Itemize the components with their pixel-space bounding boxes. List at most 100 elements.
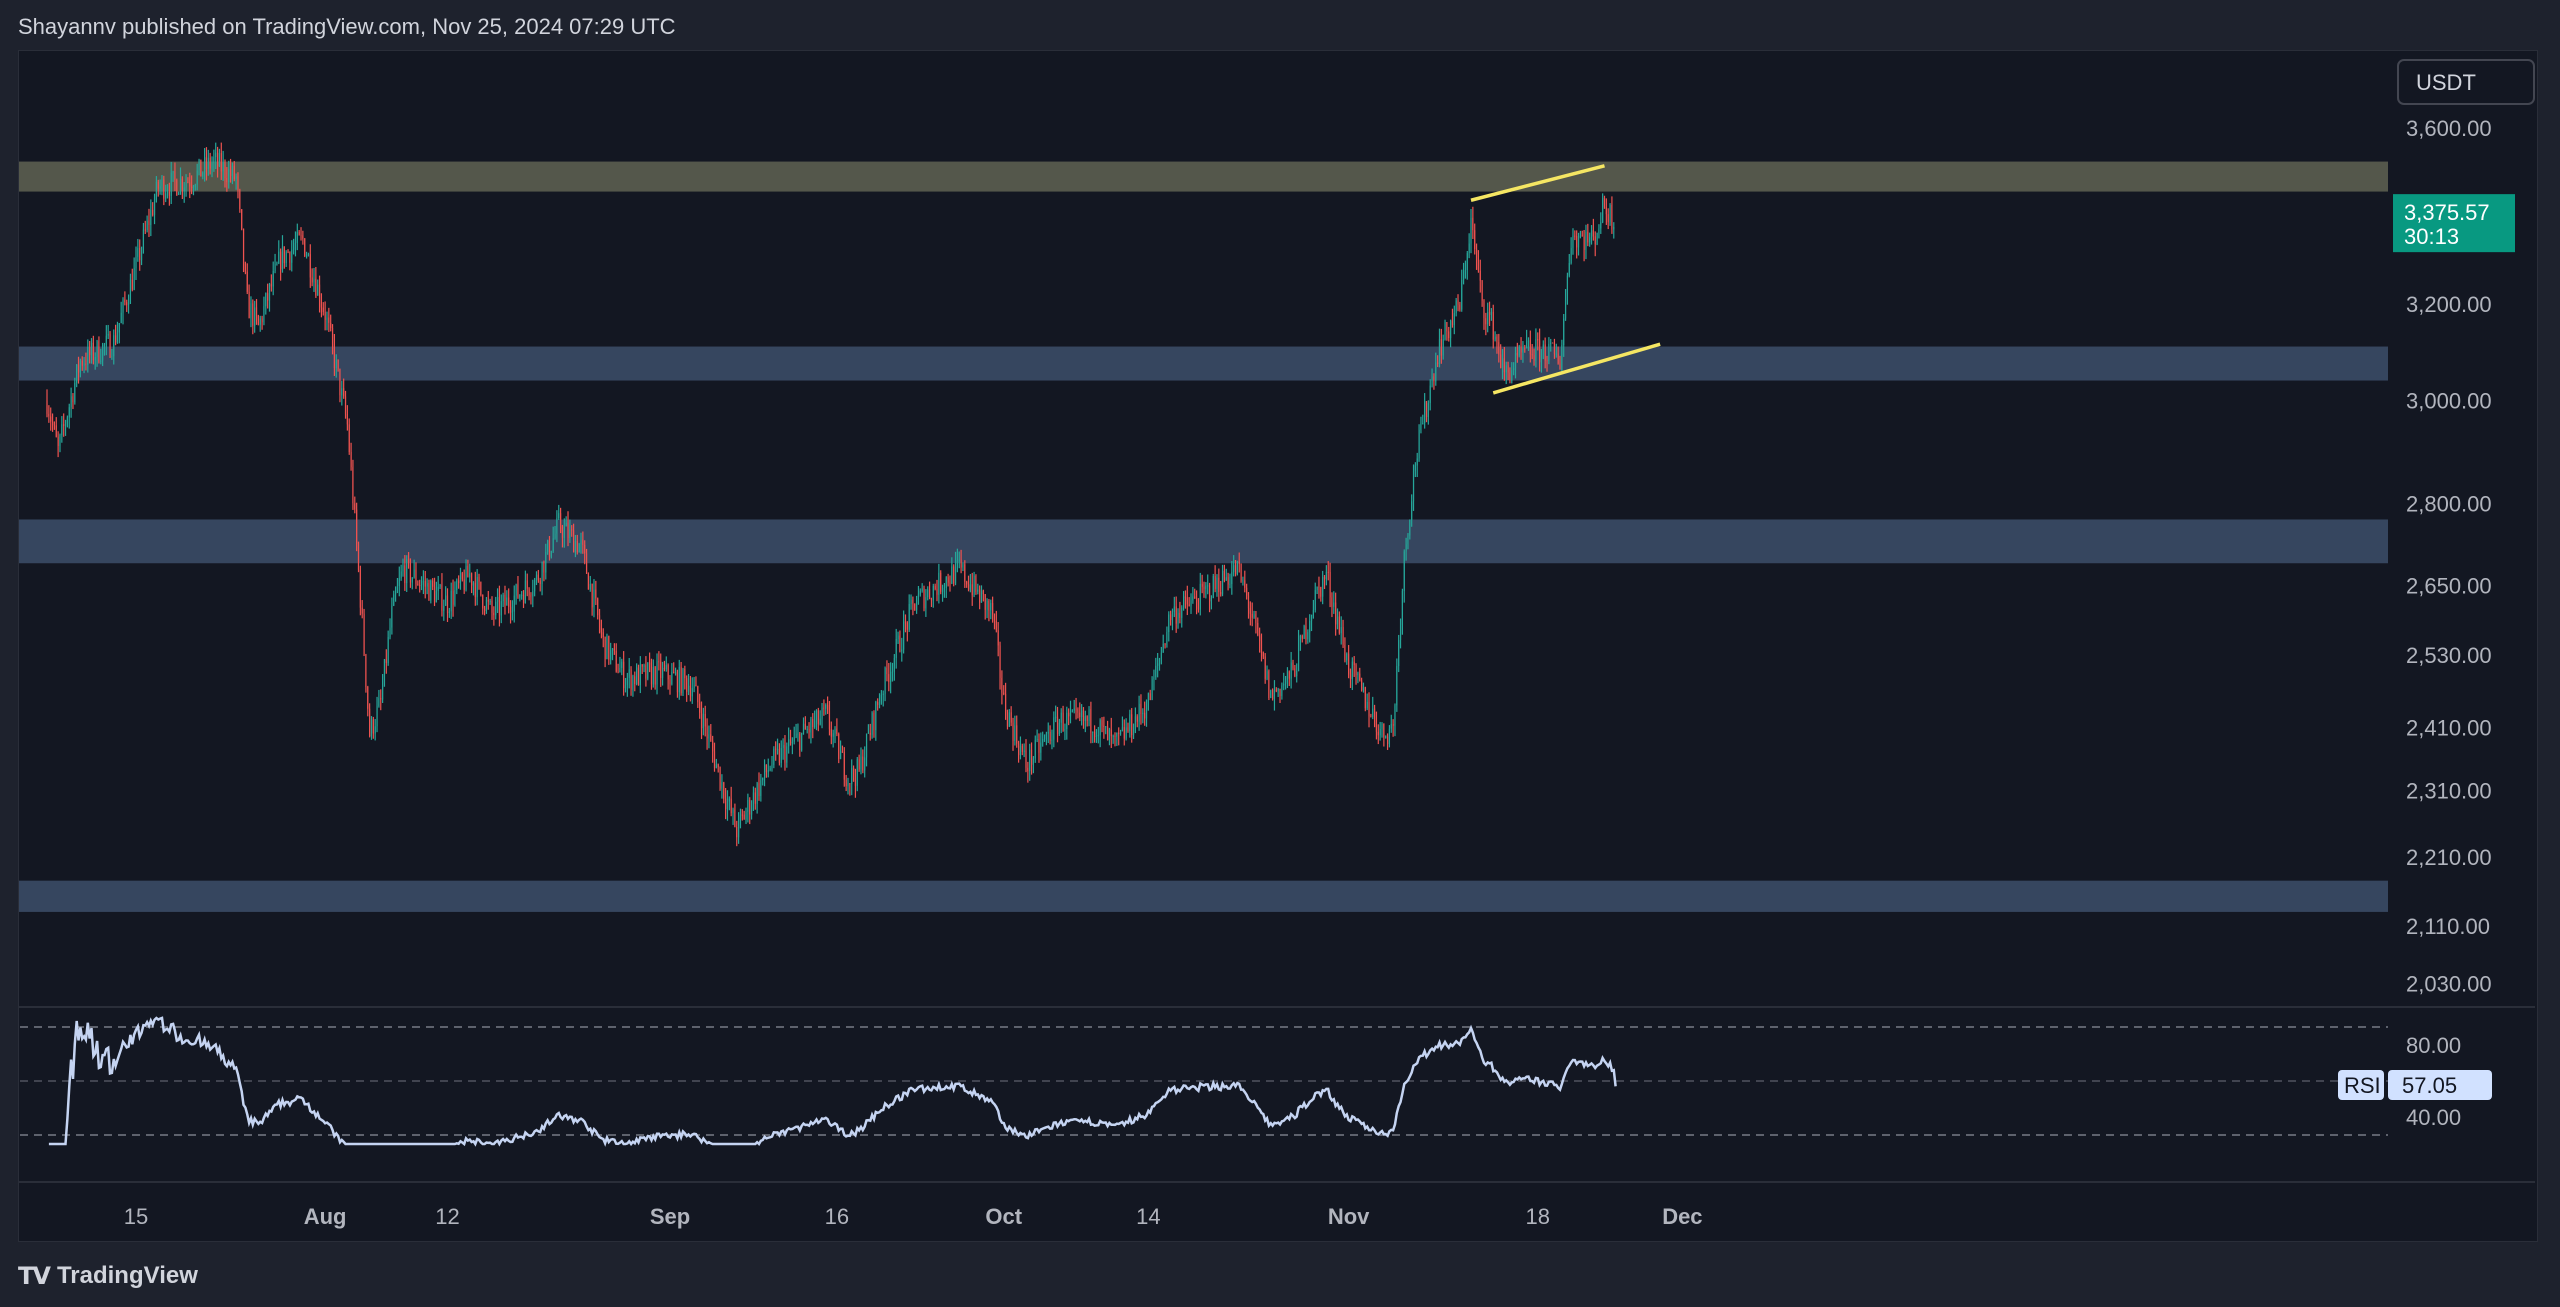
candle-body	[1125, 727, 1127, 739]
candle-body	[1559, 363, 1561, 370]
candle-body	[448, 611, 450, 614]
candle-body	[1412, 470, 1415, 502]
candle-body	[1021, 745, 1023, 752]
candle-body	[728, 798, 730, 802]
candle-body	[46, 400, 48, 414]
candle-body	[1613, 226, 1615, 230]
candle-body	[663, 667, 665, 670]
candle-body	[1526, 340, 1528, 349]
candle-body	[966, 581, 968, 585]
candle-body	[1605, 207, 1607, 215]
candle-body	[1555, 353, 1557, 355]
candle-body	[1552, 342, 1554, 344]
candle-body	[682, 669, 684, 694]
candle-body	[278, 251, 280, 264]
candle-body	[161, 179, 163, 187]
candle-body	[541, 561, 543, 584]
candle-body	[1003, 692, 1005, 695]
candle-body	[1500, 354, 1502, 368]
candle-body	[1327, 571, 1329, 573]
candle-body	[1032, 758, 1034, 765]
candle-body	[461, 573, 463, 580]
tradingview-brand: TradingView	[56, 1262, 198, 1289]
candle-body	[576, 540, 578, 553]
candle-body	[200, 159, 202, 177]
candle-body	[786, 746, 788, 763]
candle-body	[545, 551, 547, 573]
candle-body	[1455, 300, 1457, 314]
candle-body	[1229, 584, 1231, 586]
candle-body	[1221, 570, 1224, 595]
candle-body	[90, 342, 93, 356]
candle-body	[1218, 577, 1220, 592]
candle-body	[1539, 340, 1541, 363]
price-tick-label: 2,800.00	[2406, 491, 2492, 516]
price-chart[interactable]: USDT 3,600.00 3,200.00 3,000.00 2,800.00 2,65…	[0, 0, 2560, 1307]
candle-body	[1277, 688, 1279, 692]
candle-body	[897, 635, 899, 639]
candle-body	[1166, 632, 1168, 645]
candle-body	[604, 637, 606, 660]
candle-body	[155, 181, 157, 201]
candle-body	[528, 588, 530, 596]
candle-body	[102, 344, 104, 361]
candle-body	[639, 664, 641, 686]
candle-body	[1336, 616, 1339, 625]
candle-body	[912, 599, 914, 604]
candle-body	[1077, 708, 1079, 713]
candle-body	[980, 590, 983, 603]
candle-body	[1112, 735, 1114, 737]
candle-body	[986, 600, 988, 610]
candle-body	[914, 603, 916, 611]
candle-body	[1511, 370, 1513, 381]
tradingview-footer[interactable]: TV TradingView	[18, 1258, 198, 1294]
candle-body	[176, 180, 178, 195]
candle-body	[215, 152, 217, 158]
candle-body	[725, 798, 727, 810]
candle-body	[433, 586, 436, 603]
candle-body	[621, 661, 623, 668]
candle-body	[1535, 339, 1537, 361]
candle-body	[1437, 362, 1439, 364]
candle-body	[128, 303, 130, 306]
candle-body	[563, 526, 565, 538]
candle-body	[1223, 570, 1225, 581]
candle-body	[1418, 429, 1420, 459]
candle-body	[1453, 313, 1455, 326]
candle-body	[1561, 345, 1563, 370]
candle-body	[951, 566, 953, 584]
candle-body	[1116, 732, 1118, 737]
candle-body	[1275, 689, 1277, 692]
candle-body	[1034, 739, 1036, 759]
price-tick-label: 2,310.00	[2406, 779, 2492, 804]
candle-body	[1600, 222, 1602, 229]
candle-body	[331, 327, 334, 345]
candle-body	[626, 677, 628, 686]
candle-body	[168, 191, 170, 196]
candle-body	[1316, 586, 1318, 591]
candle-body	[535, 574, 538, 580]
candle-body	[956, 560, 958, 562]
candle-body	[1207, 585, 1209, 587]
candle-body	[365, 654, 367, 687]
candle-body	[393, 594, 395, 606]
candle-body	[539, 580, 541, 584]
candle-body	[832, 733, 834, 737]
candle-body	[120, 312, 122, 324]
candle-body	[1084, 716, 1086, 721]
candle-body	[122, 299, 124, 313]
candle-body	[1140, 703, 1142, 714]
candle-body	[667, 665, 669, 680]
candle-body	[671, 671, 673, 685]
candle-body	[289, 252, 291, 263]
candle-body	[248, 291, 250, 319]
candle-body	[745, 811, 747, 820]
candle-body	[1431, 376, 1433, 386]
candle-body	[1425, 401, 1428, 418]
candle-body	[1570, 247, 1572, 264]
candle-body	[244, 263, 246, 272]
candle-body	[487, 599, 489, 602]
candle-body	[1476, 248, 1478, 259]
candle-body	[942, 589, 944, 592]
candle-body	[209, 157, 211, 169]
